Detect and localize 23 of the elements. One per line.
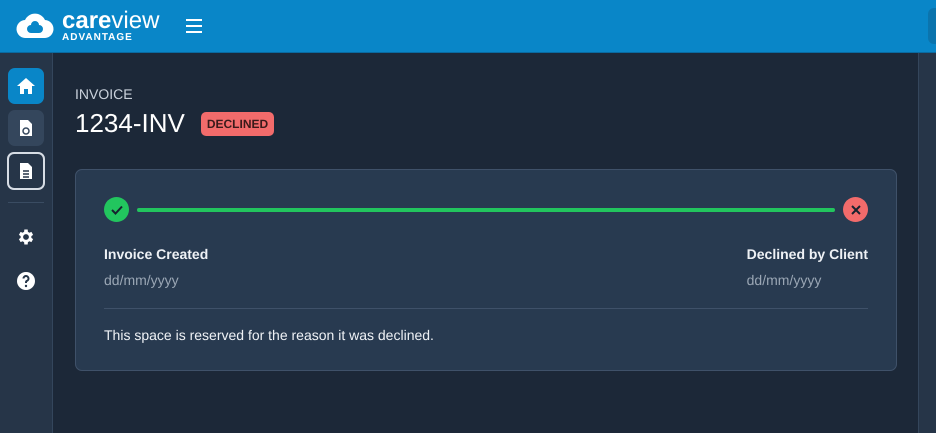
help-icon xyxy=(16,271,36,291)
brand-tagline: ADVANTAGE xyxy=(62,32,134,42)
invoice-number: 1234-INV xyxy=(75,108,185,139)
brand-name: careview xyxy=(62,10,160,32)
sidebar-button[interactable] xyxy=(7,152,45,190)
menu-icon xyxy=(185,19,204,33)
home-icon xyxy=(16,77,36,95)
step-date: dd/mm/yyyy xyxy=(746,272,822,288)
step-label: Invoice Created xyxy=(104,246,208,262)
settings-button[interactable] xyxy=(16,227,36,247)
page-eyebrow: INVOICE xyxy=(75,86,134,102)
sidebar-button[interactable] xyxy=(8,68,44,104)
decline-reason: This space is reserved for the reason it was declined. xyxy=(104,327,435,343)
menu-button[interactable] xyxy=(185,19,204,33)
step-date: dd/mm/yyyy xyxy=(104,272,180,288)
step-label: Declined by Client xyxy=(746,246,868,262)
sidebar-button[interactable] xyxy=(8,110,44,146)
settings-icon xyxy=(16,227,36,247)
coin-document-icon xyxy=(19,119,33,137)
status-badge: DECLINED xyxy=(200,112,274,136)
help-button[interactable] xyxy=(16,271,36,291)
document-icon xyxy=(19,162,33,180)
cloud-logo-icon xyxy=(16,12,54,40)
